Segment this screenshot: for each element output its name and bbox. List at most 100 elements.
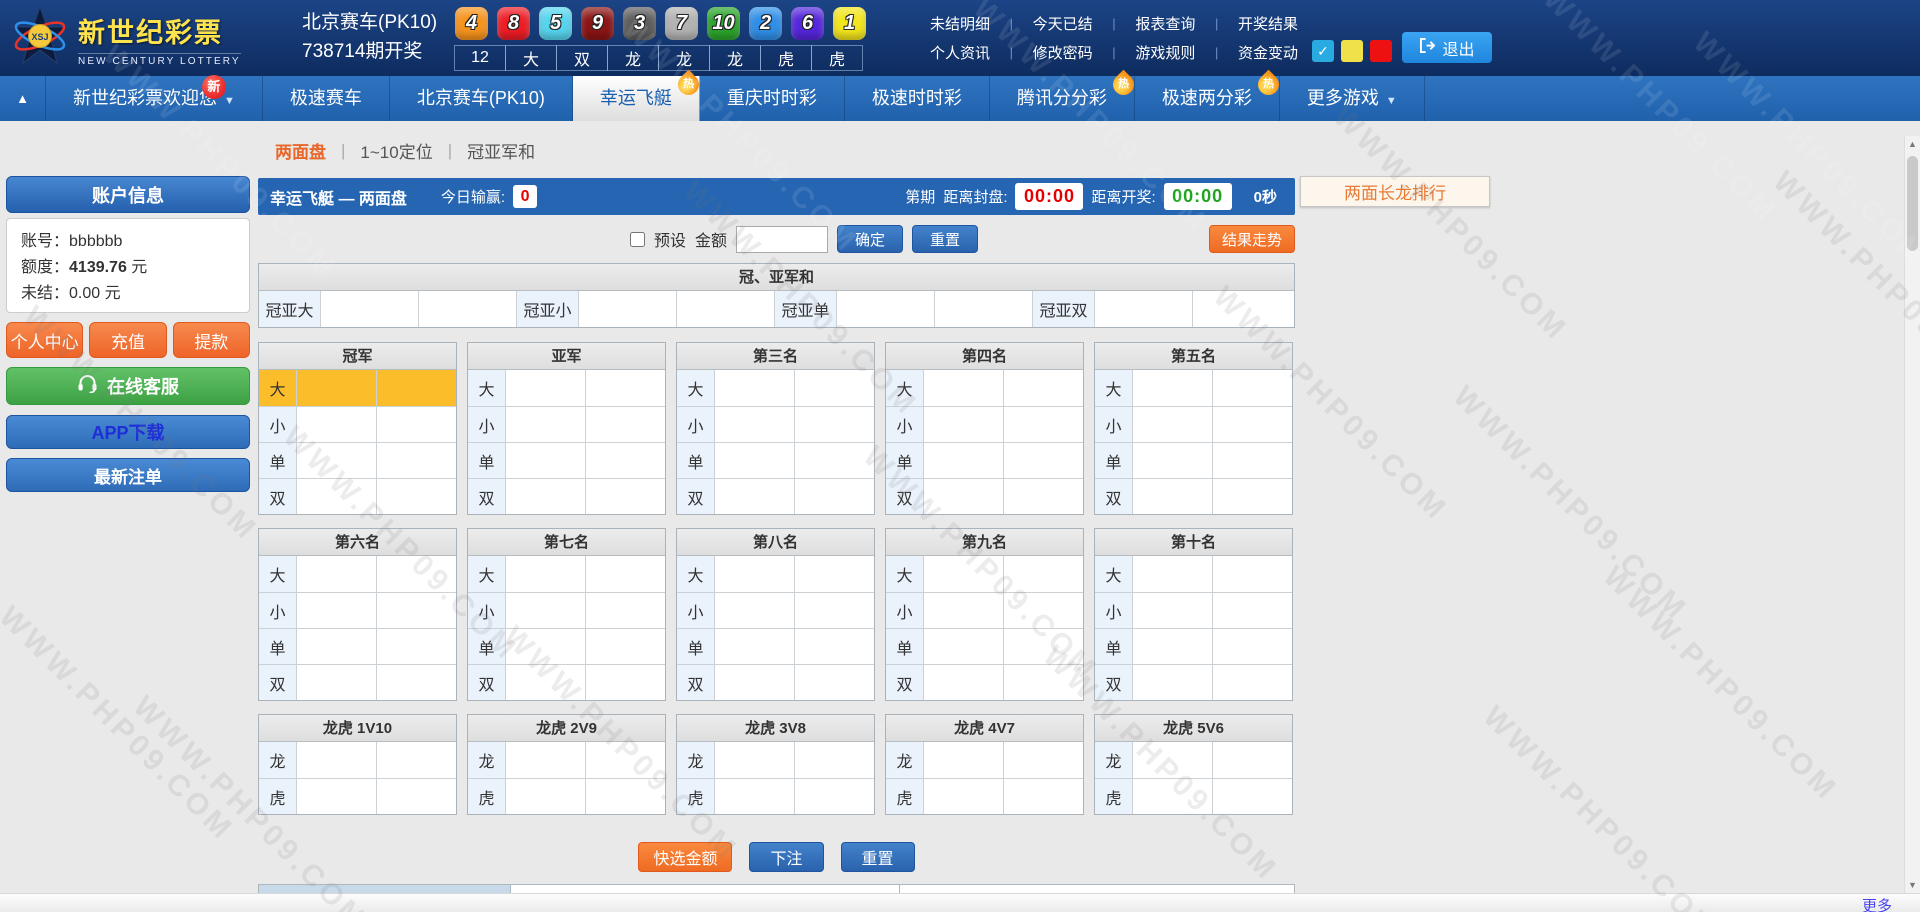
sum-bet-odds-cell[interactable] <box>579 291 677 327</box>
bet-row-label[interactable]: 龙 <box>468 742 506 778</box>
sum-bet-amount-cell[interactable] <box>935 291 1033 327</box>
bet-amount-cell[interactable] <box>1004 779 1083 814</box>
bet-row-label[interactable]: 单 <box>468 443 506 478</box>
bet-row-label[interactable]: 双 <box>259 665 297 700</box>
bet-row-label[interactable]: 龙 <box>886 742 924 778</box>
bet-odds-cell[interactable] <box>506 593 586 628</box>
bet-odds-cell[interactable] <box>715 779 795 814</box>
bet-row-label[interactable]: 双 <box>1095 665 1133 700</box>
bet-row-label[interactable]: 大 <box>677 556 715 592</box>
app-download-button[interactable]: APP下载 <box>6 415 250 449</box>
bet-odds-cell[interactable] <box>506 556 586 592</box>
bet-amount-cell[interactable] <box>795 370 874 406</box>
bet-odds-cell[interactable] <box>506 629 586 664</box>
bet-row-label[interactable]: 虎 <box>259 779 297 814</box>
bet-odds-cell[interactable] <box>715 665 795 700</box>
bet-amount-cell[interactable] <box>586 742 665 778</box>
preset-label[interactable]: 预设 <box>654 227 686 251</box>
bet-row-label[interactable]: 小 <box>468 593 506 628</box>
bet-odds-cell[interactable] <box>297 407 377 442</box>
bet-row-label[interactable]: 单 <box>886 629 924 664</box>
bet-amount-cell[interactable] <box>795 407 874 442</box>
vertical-scrollbar[interactable]: ▲ ▼ <box>1904 136 1920 893</box>
bet-row-label[interactable]: 单 <box>259 443 297 478</box>
nav-tab-4[interactable]: 幸运飞艇热 <box>573 76 700 121</box>
online-service-button[interactable]: 在线客服 <box>6 367 250 405</box>
bet-amount-cell[interactable] <box>377 742 456 778</box>
sum-bet-label[interactable]: 冠亚双 <box>1033 291 1095 327</box>
bet-amount-cell[interactable] <box>377 443 456 478</box>
bet-odds-cell[interactable] <box>506 665 586 700</box>
bet-odds-cell[interactable] <box>1133 370 1213 406</box>
bet-row-label[interactable]: 龙 <box>677 742 715 778</box>
nav-tab-5[interactable]: 重庆时时彩 <box>700 76 845 121</box>
bet-amount-cell[interactable] <box>377 779 456 814</box>
bet-odds-cell[interactable] <box>297 593 377 628</box>
bet-row-label[interactable]: 大 <box>259 556 297 592</box>
bet-amount-cell[interactable] <box>1213 443 1292 478</box>
top-link[interactable]: 未结明细 <box>930 13 990 34</box>
bet-odds-cell[interactable] <box>715 629 795 664</box>
top-link[interactable]: 游戏规则 <box>1135 42 1195 63</box>
bet-odds-cell[interactable] <box>1133 779 1213 814</box>
bet-odds-cell[interactable] <box>297 665 377 700</box>
bet-odds-cell[interactable] <box>1133 665 1213 700</box>
sum-bet-label[interactable]: 冠亚小 <box>517 291 579 327</box>
bet-row-label[interactable]: 虎 <box>1095 779 1133 814</box>
bet-row-label[interactable]: 龙 <box>259 742 297 778</box>
bet-amount-cell[interactable] <box>1004 629 1083 664</box>
bet-amount-cell[interactable] <box>586 779 665 814</box>
bet-amount-cell[interactable] <box>377 556 456 592</box>
bet-amount-cell[interactable] <box>586 629 665 664</box>
bet-row-label[interactable]: 双 <box>886 665 924 700</box>
bet-odds-cell[interactable] <box>715 479 795 514</box>
bet-amount-cell[interactable] <box>1213 629 1292 664</box>
bet-amount-cell[interactable] <box>586 370 665 406</box>
bet-row-label[interactable]: 单 <box>886 443 924 478</box>
more-link[interactable]: 更多 <box>1862 895 1892 912</box>
bet-amount-cell[interactable] <box>1213 665 1292 700</box>
bet-odds-cell[interactable] <box>297 479 377 514</box>
bet-amount-cell[interactable] <box>1213 742 1292 778</box>
bet-odds-cell[interactable] <box>1133 593 1213 628</box>
bet-row-label[interactable]: 双 <box>468 479 506 514</box>
bet-row-label[interactable]: 大 <box>259 370 297 406</box>
bet-amount-cell[interactable] <box>795 742 874 778</box>
bet-row-label[interactable]: 双 <box>677 665 715 700</box>
quick-amount-button[interactable]: 快选金额 <box>638 842 732 872</box>
bet-amount-cell[interactable] <box>1004 443 1083 478</box>
nav-tab-7[interactable]: 腾讯分分彩热 <box>990 76 1135 121</box>
bet-row-label[interactable]: 单 <box>1095 629 1133 664</box>
bet-amount-cell[interactable] <box>1004 407 1083 442</box>
breadcrumb-item-2[interactable]: 1~10定位 <box>360 138 432 163</box>
bet-row-label[interactable]: 小 <box>677 593 715 628</box>
bet-row-label[interactable]: 大 <box>886 370 924 406</box>
bet-odds-cell[interactable] <box>1133 407 1213 442</box>
bet-row-label[interactable]: 大 <box>1095 556 1133 592</box>
bet-amount-cell[interactable] <box>795 629 874 664</box>
deposit-button[interactable]: 充值 <box>89 322 166 358</box>
bet-amount-cell[interactable] <box>1004 665 1083 700</box>
bet-odds-cell[interactable] <box>1133 443 1213 478</box>
bet-odds-cell[interactable] <box>297 629 377 664</box>
bet-amount-cell[interactable] <box>795 443 874 478</box>
bet-amount-cell[interactable] <box>795 479 874 514</box>
bet-odds-cell[interactable] <box>715 443 795 478</box>
bet-odds-cell[interactable] <box>715 370 795 406</box>
bet-odds-cell[interactable] <box>924 443 1004 478</box>
bet-odds-cell[interactable] <box>924 370 1004 406</box>
nav-tab-8[interactable]: 极速两分彩热 <box>1135 76 1280 121</box>
bet-row-label[interactable]: 小 <box>468 407 506 442</box>
personal-center-button[interactable]: 个人中心 <box>6 322 83 358</box>
sum-bet-amount-cell[interactable] <box>677 291 775 327</box>
bet-odds-cell[interactable] <box>297 742 377 778</box>
scrollbar-thumb[interactable] <box>1907 156 1918 251</box>
top-link[interactable]: 今天已结 <box>1033 13 1093 34</box>
bet-odds-cell[interactable] <box>506 443 586 478</box>
bet-amount-cell[interactable] <box>1004 479 1083 514</box>
bet-odds-cell[interactable] <box>506 779 586 814</box>
bet-amount-cell[interactable] <box>377 629 456 664</box>
bet-odds-cell[interactable] <box>1133 742 1213 778</box>
bet-amount-cell[interactable] <box>1213 593 1292 628</box>
bet-row-label[interactable]: 小 <box>886 593 924 628</box>
